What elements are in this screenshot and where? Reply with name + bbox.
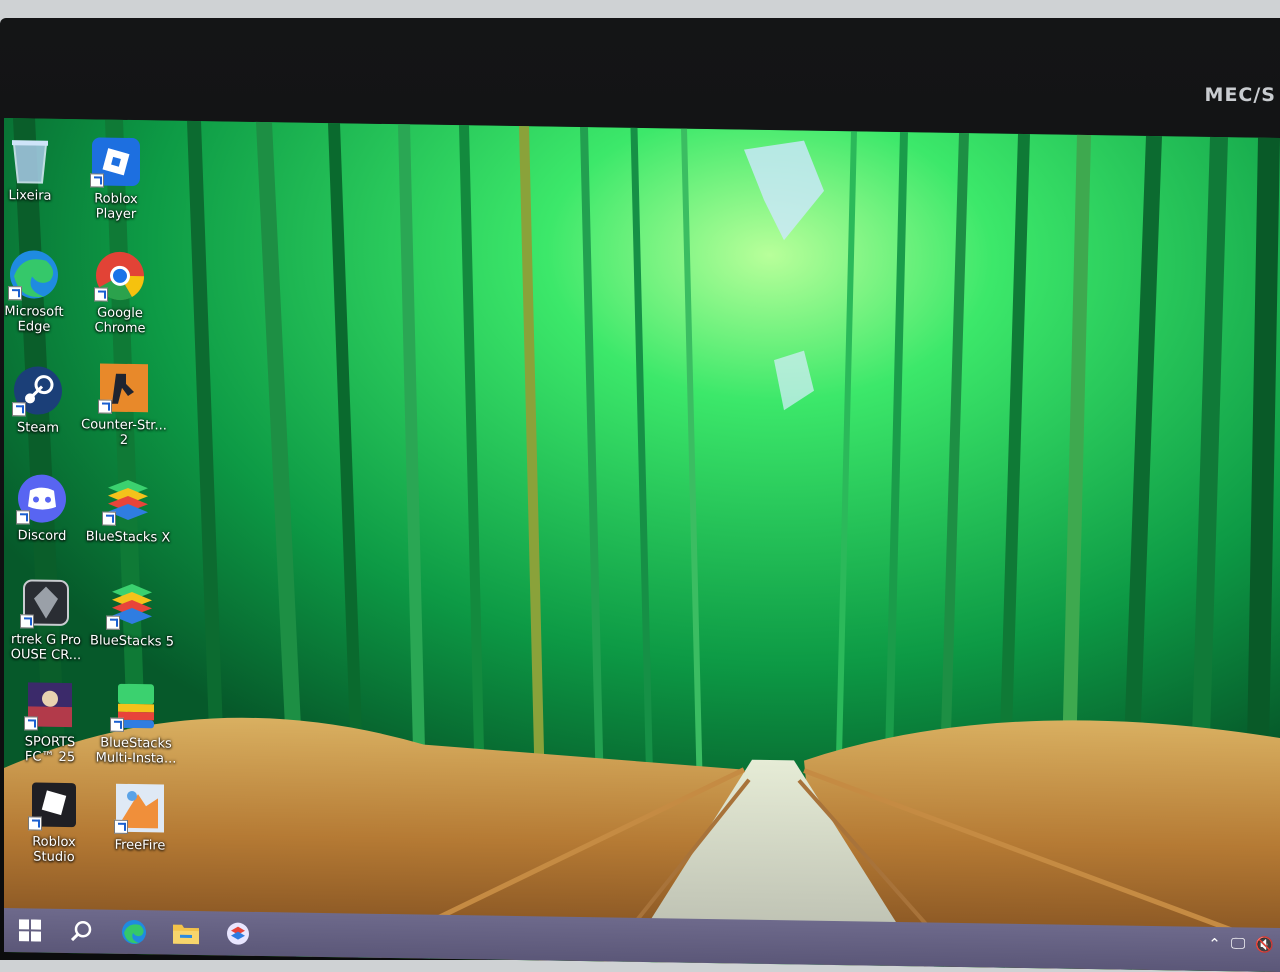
volume-icon[interactable]: 🔇 (1255, 936, 1274, 954)
search-button[interactable] (56, 909, 108, 954)
bamboo-wallpaper (4, 118, 1280, 972)
desktop-icon-bluestacks-5[interactable]: BlueStacks 5 (84, 575, 180, 650)
desktop-icon-discord[interactable]: Discord (4, 470, 90, 545)
edge-icon (122, 920, 146, 945)
desktop-icon-bluestacks-x[interactable]: BlueStacks X (80, 471, 176, 546)
bluestacks-icon (227, 922, 249, 945)
desktop-icon-bluestacks-multi-instance[interactable]: BlueStacks Multi-Insta... (88, 677, 184, 767)
taskbar-file-explorer[interactable] (160, 910, 212, 955)
sports-fc-icon (22, 676, 78, 733)
desktop-icon-freefire[interactable]: FreeFire (92, 779, 188, 854)
chrome-icon (92, 247, 148, 304)
desktop-icon-google-chrome[interactable]: Google Chrome (72, 247, 168, 337)
desktop-icon-microsoft-edge[interactable]: Microsoft Edge (4, 246, 82, 336)
network-icon[interactable]: 🖵 (1231, 935, 1245, 953)
bluestacks-x-icon (100, 472, 156, 529)
taskbar-bluestacks[interactable] (212, 911, 264, 956)
bluestacks-multi-icon (108, 678, 164, 735)
desktop-icon-steam[interactable]: Steam (4, 362, 86, 437)
roblox-studio-icon (26, 776, 82, 833)
chevron-up-icon[interactable]: ⌃ (1208, 935, 1221, 953)
folder-icon (173, 924, 199, 945)
system-tray: ⌃ 🖵 🔇 (1208, 935, 1274, 954)
steam-icon (10, 362, 66, 419)
bluestacks-5-icon (104, 576, 160, 633)
roblox-player-icon (88, 133, 144, 190)
counter-strike-icon (96, 359, 152, 416)
desktop-icon-gaming-mouse[interactable]: rtrek G Pro OUSE CR... (4, 574, 94, 664)
gaming-mouse-icon (18, 574, 74, 631)
desktop-icon-lixeira[interactable]: Lixeira (4, 130, 78, 205)
windows-icon (19, 919, 41, 942)
freefire-icon (112, 780, 168, 837)
monitor-brand: MEC/S (1204, 84, 1276, 106)
desktop-screen: Lixeira Microsoft Edge Steam Discord rtr… (4, 118, 1280, 972)
recycle-bin-icon (4, 130, 58, 187)
monitor-bezel: MEC/S Lixeira Microsoft Edge Steam Disco… (0, 18, 1280, 972)
discord-icon (14, 470, 70, 527)
edge-icon (6, 246, 62, 303)
taskbar-edge[interactable] (108, 910, 160, 955)
search-icon (70, 920, 92, 942)
desktop-icon-counter-strike-2[interactable]: Counter-Str... 2 (76, 359, 172, 449)
start-button[interactable] (4, 908, 56, 953)
desktop-icon-sports-fc[interactable]: SPORTS FC™ 25 (4, 676, 98, 766)
desktop-icon-roblox-studio[interactable]: Roblox Studio (6, 776, 102, 866)
desktop-icon-roblox-player[interactable]: Roblox Player (68, 133, 164, 223)
